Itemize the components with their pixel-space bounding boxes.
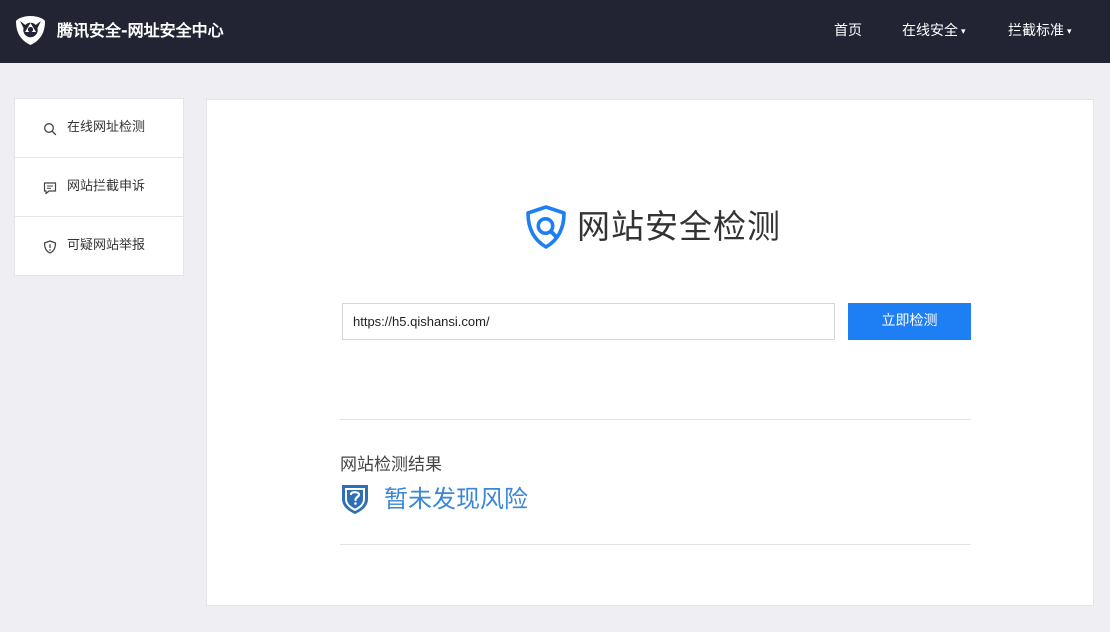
shield-unknown-icon (342, 485, 368, 514)
nav-home-label: 首页 (834, 23, 862, 39)
divider (340, 544, 971, 545)
nav-item-home[interactable]: 首页 (834, 21, 862, 41)
sidebar-item-url-check[interactable]: 在线网址检测 (15, 99, 183, 158)
sidebar-item-block-appeal[interactable]: 网站拦截申诉 (15, 158, 183, 217)
sidebar-item-report-suspicious[interactable]: 可疑网站举报 (15, 217, 183, 276)
shield-search-icon (526, 205, 566, 249)
divider (340, 419, 971, 420)
shield-alert-icon (43, 240, 57, 254)
sidebar-item-label: 可疑网站举报 (67, 238, 146, 253)
nav-block-standard-label: 拦截标准 (1008, 23, 1064, 39)
result-heading: 网站检测结果 (340, 455, 442, 475)
site-brand-title[interactable]: 腾讯安全-网址安全中心 (57, 20, 224, 42)
caret-down-icon: ▾ (961, 27, 966, 37)
sidebar-item-label: 在线网址检测 (67, 120, 146, 135)
url-input[interactable] (342, 303, 835, 340)
sidebar-menu: 在线网址检测 网站拦截申诉 可疑网站举报 (14, 98, 184, 276)
page-title: 网站安全检测 (577, 207, 781, 246)
nav-item-block-standard[interactable]: 拦截标准 ▾ (1008, 21, 1072, 42)
tencent-security-logo-icon[interactable] (14, 14, 47, 47)
nav-online-security-label: 在线安全 (902, 23, 958, 39)
check-now-button[interactable]: 立即检测 (848, 303, 971, 340)
nav-item-online-security[interactable]: 在线安全 ▾ (902, 21, 966, 42)
search-icon (44, 123, 57, 136)
top-navigation-bar: 腾讯安全-网址安全中心 首页 在线安全 ▾ 拦截标准 ▾ (0, 0, 1110, 63)
result-status-text: 暂未发现风险 (384, 485, 528, 513)
sidebar-item-label: 网站拦截申诉 (67, 179, 146, 194)
caret-down-icon: ▾ (1067, 27, 1072, 37)
main-panel: 网站安全检测 立即检测 网站检测结果 暂未发现风险 (206, 99, 1094, 606)
chat-bubble-icon (43, 182, 57, 195)
